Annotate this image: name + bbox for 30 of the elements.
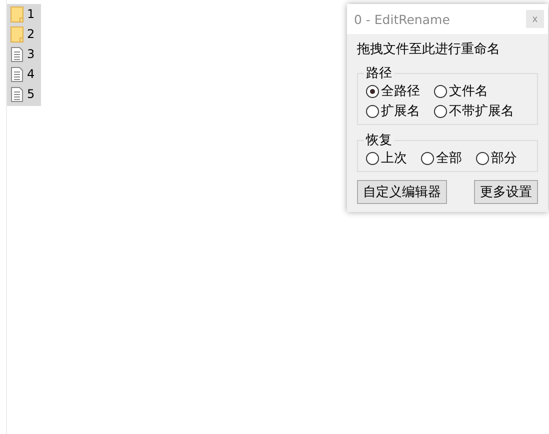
folder-icon [10, 26, 24, 42]
radio-label[interactable]: 全路径 [381, 82, 420, 100]
radio-button[interactable] [366, 84, 379, 98]
file-name[interactable]: 1 [27, 7, 35, 21]
radio-label[interactable]: 扩展名 [381, 102, 420, 120]
document-icon [10, 86, 24, 102]
radio-button[interactable] [434, 84, 447, 98]
radio-label[interactable]: 全部 [436, 149, 462, 167]
file-name[interactable]: 2 [27, 27, 35, 41]
folder-icon [10, 6, 24, 22]
dialog-button[interactable]: 更多设置 [474, 180, 538, 204]
radio-label[interactable]: 不带扩展名 [449, 102, 514, 120]
radio-button[interactable] [421, 152, 434, 164]
group-label: 路径 [365, 65, 393, 82]
radio-button[interactable] [434, 104, 447, 118]
group-label: 恢复 [364, 132, 393, 149]
file-name[interactable]: 3 [27, 47, 35, 61]
window-title: 0 - EditRename [354, 12, 450, 26]
radio-label[interactable]: 上次 [381, 149, 407, 167]
radio-button[interactable] [476, 152, 489, 164]
radio-label[interactable]: 部分 [491, 149, 517, 167]
radio-label[interactable]: 文件名 [449, 82, 488, 100]
file-name[interactable]: 4 [27, 67, 35, 81]
radio-button[interactable] [366, 152, 379, 164]
dialog-button[interactable]: 自定义编辑器 [357, 180, 447, 204]
instruction-text: 拖拽文件至此进行重命名 [357, 41, 501, 58]
document-icon [10, 46, 24, 62]
radio-button[interactable] [366, 104, 379, 118]
document-icon [10, 66, 24, 82]
file-name[interactable]: 5 [27, 87, 35, 101]
